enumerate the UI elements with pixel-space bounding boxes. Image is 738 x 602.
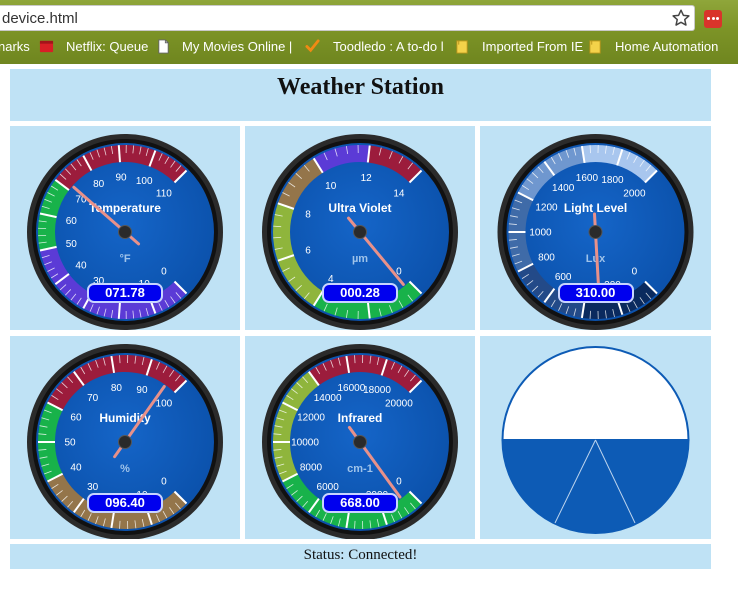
gauge-tick-label: 80 — [111, 383, 123, 394]
gauge-tick-label: 800 — [538, 252, 555, 263]
gauge-tick-label: 90 — [116, 173, 128, 184]
gauge-tick-label: 1600 — [576, 173, 599, 184]
gauge-tick-label: 6000 — [317, 482, 340, 493]
wind-dial-upper — [501, 346, 690, 441]
wind-direction-panel — [480, 336, 711, 539]
gauge-tick-label: 60 — [70, 413, 82, 424]
gauge-minor-tick — [354, 520, 356, 529]
gauge-temperature: 0102030405060708090100110Temperature°F07… — [10, 126, 240, 330]
gauge-tick-label: 90 — [136, 385, 148, 396]
gauge-unit: % — [120, 463, 130, 475]
bookmark-imported-from-ie[interactable]: Imported From IE — [482, 39, 583, 54]
page-content: Weather Station 010203040506070809010011… — [0, 64, 738, 602]
gauge-tick-label: 8 — [305, 209, 311, 220]
folder-icon — [589, 40, 601, 54]
gauge-major-tick — [117, 145, 122, 163]
checkmark-icon — [305, 39, 320, 53]
infrared-readout: 668.00 — [322, 493, 398, 513]
gauge-tick-label: 1400 — [552, 183, 575, 194]
gauge-title: Temperature — [89, 201, 161, 215]
gauge-tick-label: 10 — [325, 181, 337, 192]
gauge-tick-label: 12 — [361, 173, 373, 184]
gauge-tick-label: 50 — [66, 239, 78, 250]
gauge-tick-label: 8000 — [300, 462, 323, 473]
ultra-violet-readout: 000.28 — [322, 283, 398, 303]
wind-dial-lower — [501, 439, 690, 534]
gauge-tick-label: 600 — [555, 272, 572, 283]
gauge-minor-tick — [273, 225, 282, 228]
netflix-icon — [39, 40, 54, 53]
gauge-hub — [118, 225, 132, 239]
gauge-tick-label: 6 — [305, 246, 311, 257]
gauge-tick-label: 14 — [393, 189, 405, 200]
gauge-tick-label: 40 — [75, 260, 87, 271]
gauge-tick-label: 10000 — [291, 438, 319, 449]
gauge-tick-label: 0 — [632, 266, 638, 277]
extension-icon[interactable] — [704, 10, 722, 28]
gauge-tick-label: 2000 — [623, 189, 646, 200]
gauge-title: Infrared — [338, 411, 383, 425]
title-panel: Weather Station — [10, 69, 711, 121]
gauge-hub — [588, 225, 603, 239]
page-title: Weather Station — [277, 74, 444, 100]
gauge-minor-tick — [589, 310, 591, 319]
gauge-minor-tick — [119, 520, 121, 529]
gauge-tick-label: 20000 — [385, 399, 413, 410]
bookmark-home-automation[interactable]: Home Automation — [615, 39, 718, 54]
gauge-tick-label: 80 — [93, 179, 105, 190]
status-text: Status: Connected! — [303, 547, 418, 563]
gauge-hub — [353, 225, 367, 239]
bookmark-fragment[interactable]: narks — [0, 39, 30, 54]
address-bar[interactable]: device.html — [0, 5, 695, 31]
gauge-minor-tick — [273, 236, 282, 239]
gauge-major-tick — [117, 301, 122, 319]
bookmark-my-movies[interactable]: My Movies Online | — [182, 39, 292, 54]
gauge-ultra-violet: 02468101214Ultra Violetµm000.28 — [245, 126, 475, 330]
browser-toolbar: device.html narks Netflix: Queue My Movi… — [0, 0, 738, 64]
gauge-tick-label: 40 — [70, 462, 82, 473]
gauge-unit: µm — [352, 253, 368, 265]
light-level-readout: 310.00 — [557, 283, 634, 303]
bookmark-netflix[interactable]: Netflix: Queue — [66, 39, 148, 54]
gauge-tick-label: 18000 — [363, 385, 391, 396]
gauge-tick-label: 1000 — [529, 228, 552, 239]
gauge-title: Ultra Violet — [328, 201, 391, 215]
gauge-tick-label: 50 — [64, 438, 76, 449]
temperature-readout: 071.78 — [87, 283, 163, 303]
gauge-tick-label: 0 — [161, 476, 167, 487]
gauge-tick-label: 0 — [161, 266, 167, 277]
page-icon — [158, 39, 169, 54]
gauge-tick-label: 30 — [87, 482, 99, 493]
gauge-tick-label: 1200 — [535, 203, 558, 214]
gauge-light-level: 0200400600800100012001400160018002000Lig… — [480, 126, 711, 330]
status-panel: Status: Connected! — [10, 544, 711, 569]
gauge-tick-label: 100 — [136, 176, 153, 187]
gauge-tick-label: 100 — [156, 399, 173, 410]
humidity-readout: 096.40 — [87, 493, 163, 513]
wind-dial — [501, 346, 690, 534]
gauge-tick-label: 60 — [66, 216, 78, 227]
gauge-tick-label: 110 — [156, 189, 172, 200]
gauge-unit: °F — [119, 253, 130, 265]
gauge-infrared: 0200040006000800010000120001400016000180… — [245, 336, 475, 539]
url-text[interactable]: device.html — [2, 10, 78, 27]
gauge-minor-tick — [354, 355, 356, 364]
gauge-hub — [118, 435, 132, 449]
gauge-unit: cm-1 — [347, 463, 373, 475]
gauge-tick-label: 12000 — [297, 413, 325, 424]
bookmarks-bar: narks Netflix: Queue My Movies Online | … — [0, 35, 738, 59]
gauge-tick-label: 16000 — [337, 383, 365, 394]
gauge-tick-label: 70 — [87, 393, 99, 404]
gauge-tick-label: 1800 — [601, 175, 624, 186]
bookmark-star-icon[interactable] — [670, 7, 692, 29]
gauge-humidity: 0102030405060708090100Humidity%096.40 — [10, 336, 240, 539]
bookmark-toodledo[interactable]: Toodledo : A to-do l — [333, 39, 444, 54]
gauge-minor-tick — [589, 145, 591, 154]
folder-icon — [456, 40, 468, 54]
gauge-minor-tick — [119, 355, 121, 364]
gauge-tick-label: 0 — [396, 476, 402, 487]
gauge-tick-label: 14000 — [314, 393, 342, 404]
gauge-hub — [353, 435, 367, 449]
